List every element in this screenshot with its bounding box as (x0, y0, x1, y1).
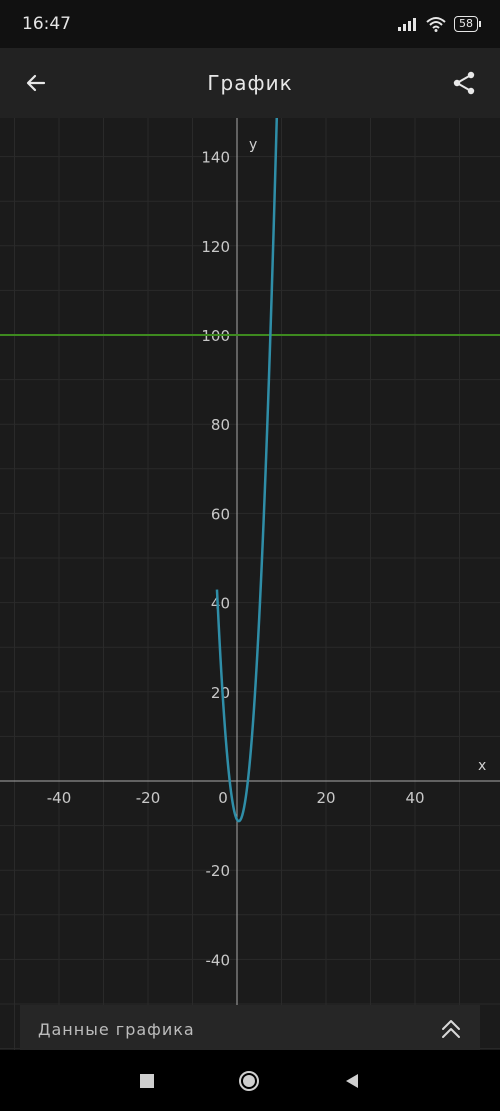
x-tick-label: -20 (136, 789, 161, 807)
y-tick-label: -20 (206, 862, 231, 880)
function-curve (215, 118, 279, 823)
circle-icon[interactable] (237, 1069, 261, 1093)
plot-lines (0, 118, 500, 823)
x-axis-label: x (478, 758, 486, 774)
system-nav-bar (0, 1050, 500, 1111)
graph-plot[interactable]: -40-200204014012010080604020-20-40-60 x … (0, 118, 500, 1050)
x-tick-label: 20 (316, 789, 335, 807)
graph-canvas[interactable]: -40-200204014012010080604020-20-40-60 x … (0, 118, 500, 1050)
axes (0, 118, 500, 1050)
share-button[interactable] (448, 67, 480, 99)
x-tick-label: 40 (405, 789, 424, 807)
grid (0, 118, 500, 1050)
app-bar: График (0, 48, 500, 118)
y-tick-label: 40 (211, 595, 230, 613)
signal-icon (398, 18, 416, 31)
y-tick-label: 20 (211, 684, 230, 702)
y-tick-label: -40 (206, 951, 231, 969)
status-time: 16:47 (22, 14, 71, 34)
wifi-icon (426, 17, 446, 32)
square-icon[interactable] (139, 1073, 155, 1089)
arrow-left-icon (26, 74, 46, 92)
y-tick-label: 80 (211, 416, 230, 434)
triangle-back-icon[interactable] (343, 1072, 361, 1090)
graph-data-label: Данные графика (38, 1019, 195, 1039)
x-tick-label: -40 (47, 789, 72, 807)
y-tick-label: 140 (201, 149, 230, 167)
battery-indicator: 58 (454, 16, 481, 32)
back-button[interactable] (20, 67, 52, 99)
page-title: График (207, 71, 293, 95)
y-tick-label: 120 (201, 238, 230, 256)
x-tick-label: 0 (218, 789, 228, 807)
status-icons: 58 (398, 16, 481, 32)
share-icon (453, 71, 475, 95)
status-bar: 16:47 58 (0, 0, 500, 48)
chevrons-up-icon[interactable] (440, 1018, 462, 1040)
y-tick-label: 60 (211, 505, 230, 523)
y-axis-label: y (249, 137, 257, 153)
graph-data-panel[interactable]: Данные графика (20, 1005, 480, 1053)
